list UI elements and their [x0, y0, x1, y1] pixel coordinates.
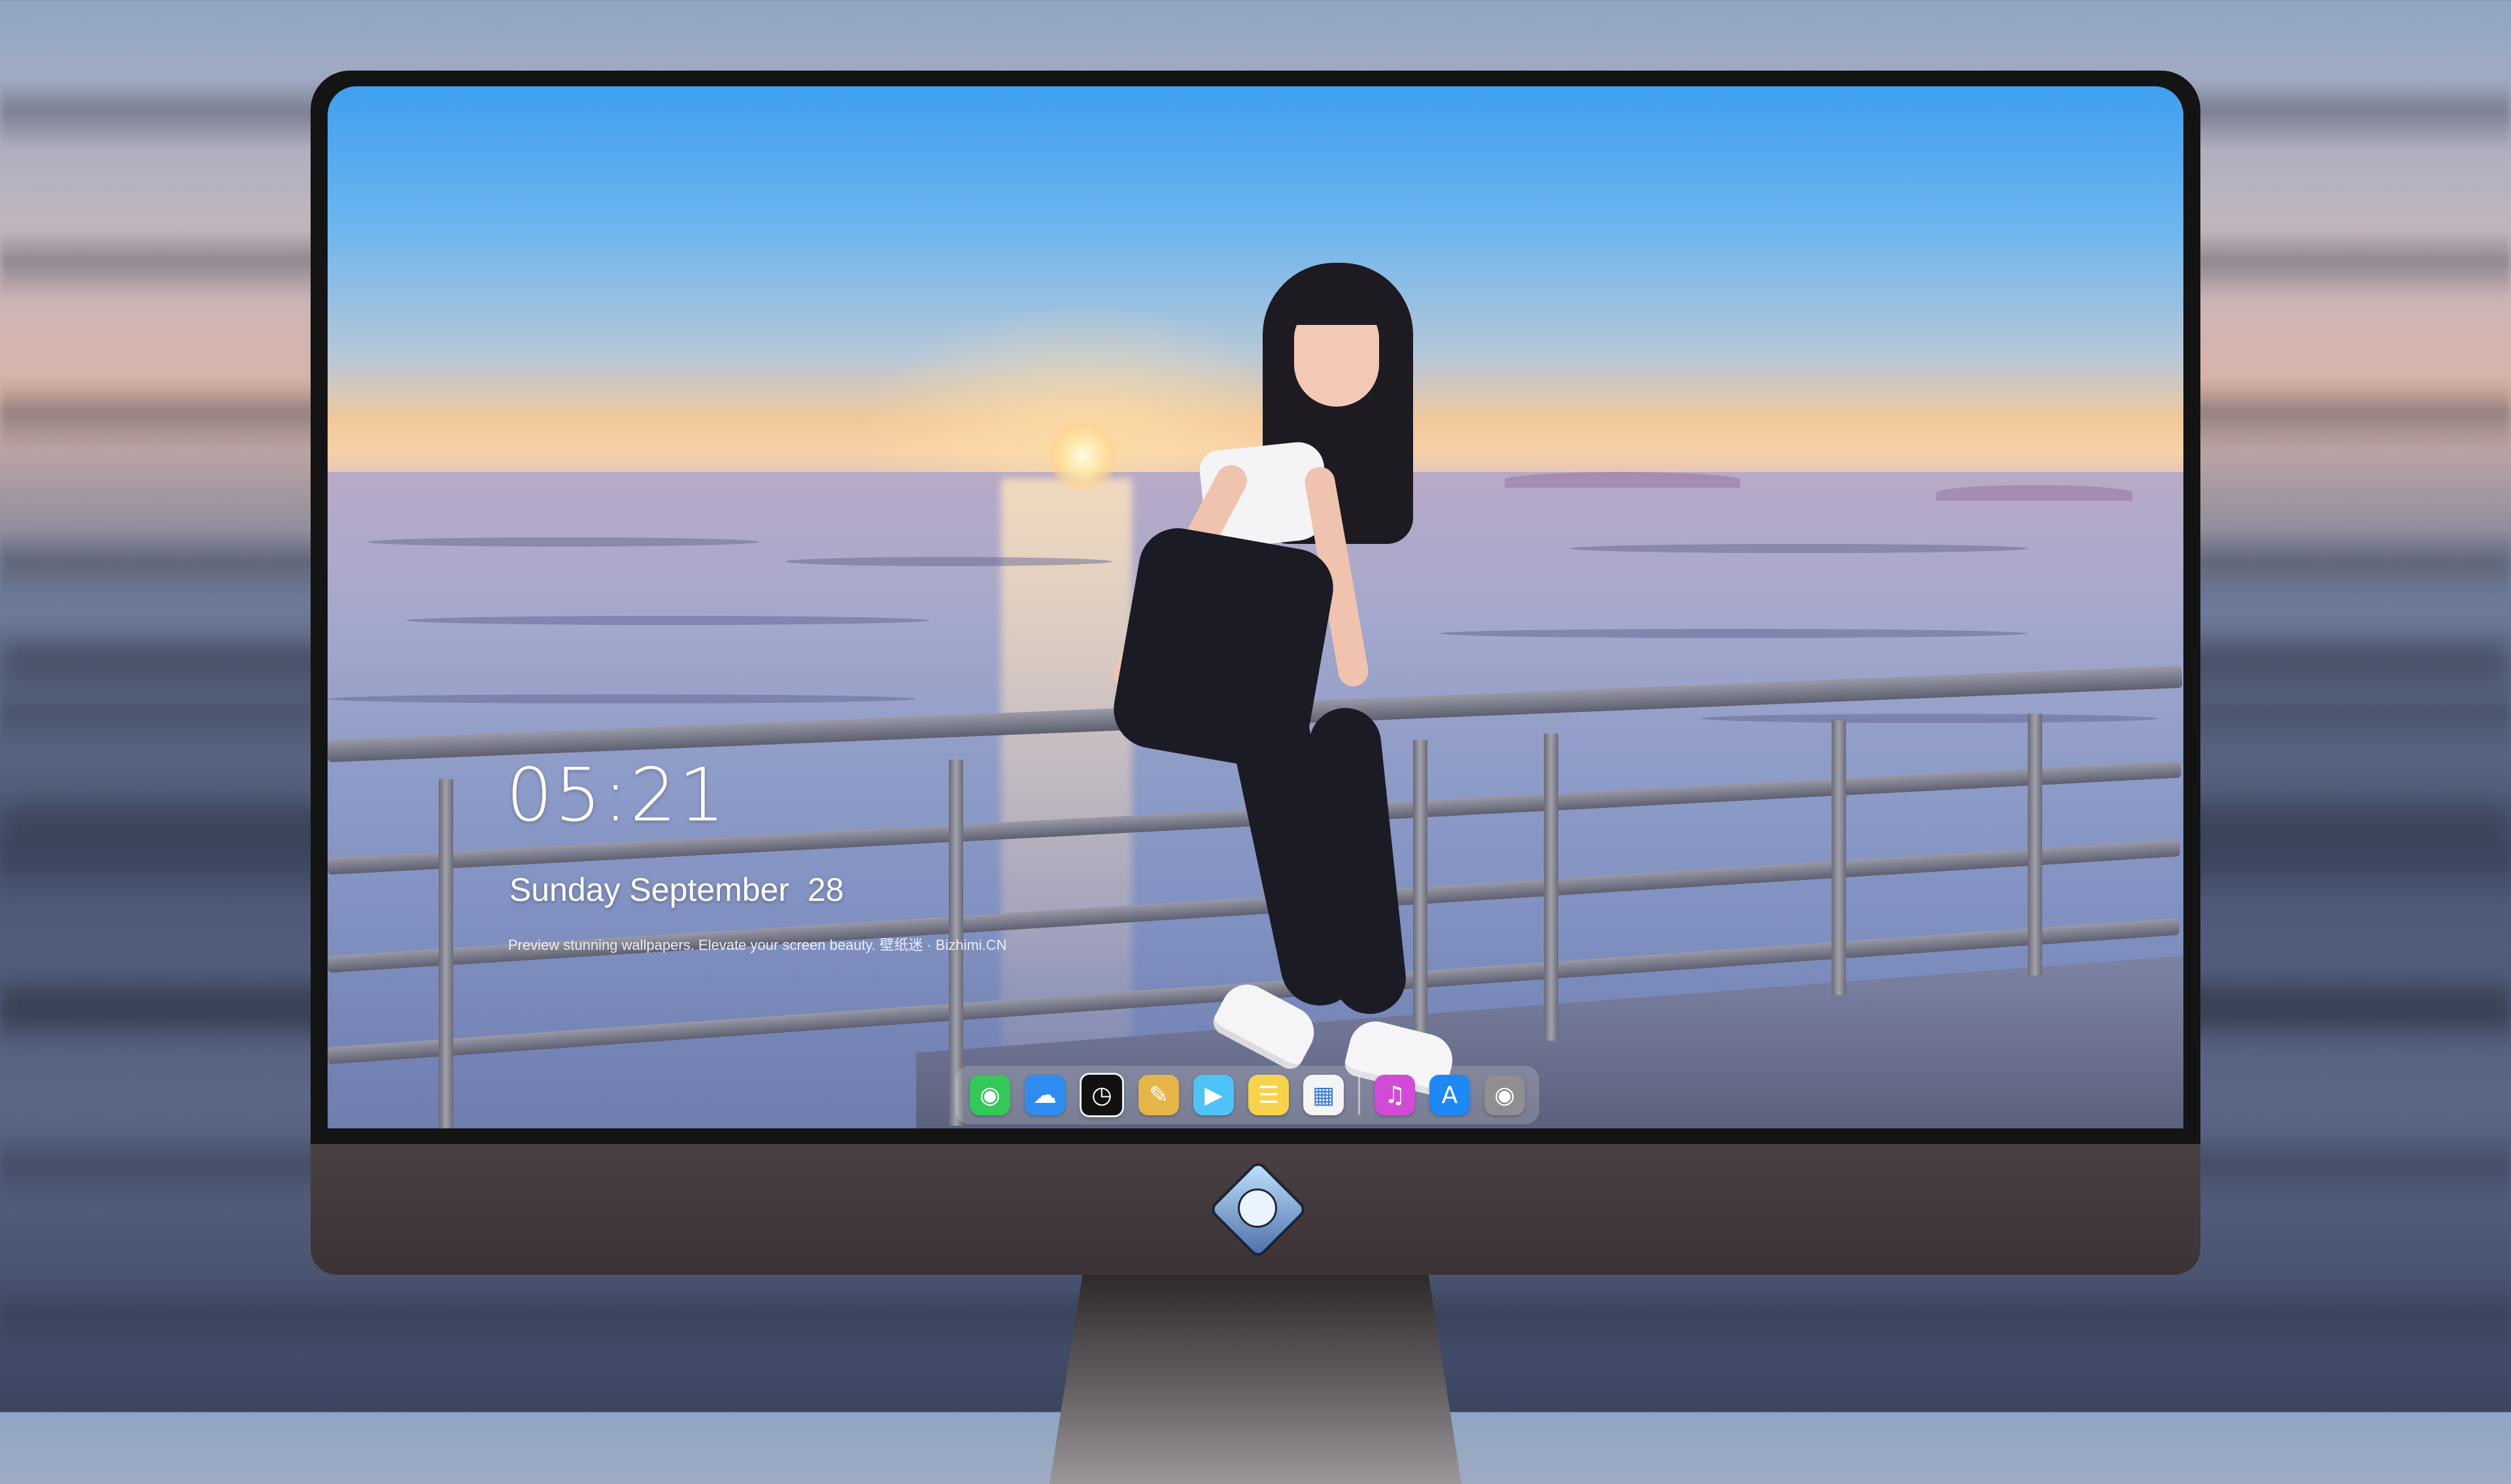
photo-app-icon[interactable]: ▦ — [1303, 1075, 1344, 1115]
app-store-icon[interactable]: A — [1429, 1075, 1470, 1115]
clips-icon[interactable]: ▶ — [1193, 1075, 1234, 1115]
music-icon[interactable]: ♫ — [1375, 1075, 1415, 1115]
railing-post — [439, 779, 453, 1128]
wave — [1570, 544, 2028, 553]
railing-post — [2028, 714, 2042, 975]
wave — [1701, 714, 2159, 723]
mascot-face — [1238, 1189, 1277, 1228]
lock-screen-time: 05:21 — [506, 753, 727, 838]
sun — [1047, 420, 1119, 492]
sun-reflection — [1001, 479, 1132, 1128]
preview-icon[interactable]: ✎ — [1138, 1075, 1179, 1115]
messages-icon[interactable]: ◉ — [970, 1075, 1010, 1115]
railing-post — [1832, 720, 1846, 995]
railing-post — [1413, 740, 1427, 1080]
island — [1936, 485, 2132, 501]
notes-icon[interactable]: ☰ — [1248, 1075, 1289, 1115]
dock: ◉ ☁ ◷ ✎ ▶ ☰ ▦ ♫ A ◉ — [955, 1066, 1539, 1124]
lock-screen-date: Sunday September 28 — [509, 871, 844, 908]
wave — [785, 557, 1112, 566]
monitor-stand — [1050, 1275, 1461, 1484]
clock-icon[interactable]: ◷ — [1080, 1073, 1124, 1117]
railing-post — [1544, 734, 1558, 1041]
monitor-bezel: 05:21 Sunday September 28 Preview stunni… — [311, 71, 2200, 1144]
wave — [1439, 629, 2028, 638]
weather-icon[interactable]: ☁ — [1025, 1075, 1065, 1115]
island — [1505, 472, 1740, 488]
monitor: 05:21 Sunday September 28 Preview stunni… — [311, 71, 2200, 1484]
dock-separator — [1358, 1075, 1360, 1115]
figure-bangs — [1289, 289, 1387, 325]
desktop-screen: 05:21 Sunday September 28 Preview stunni… — [328, 86, 2183, 1128]
wave — [328, 694, 916, 703]
wave — [367, 537, 759, 547]
wallpaper-tagline: Preview stunning wallpapers. Elevate you… — [508, 937, 1007, 953]
wave — [406, 616, 929, 625]
camera-icon[interactable]: ◉ — [1484, 1075, 1525, 1115]
